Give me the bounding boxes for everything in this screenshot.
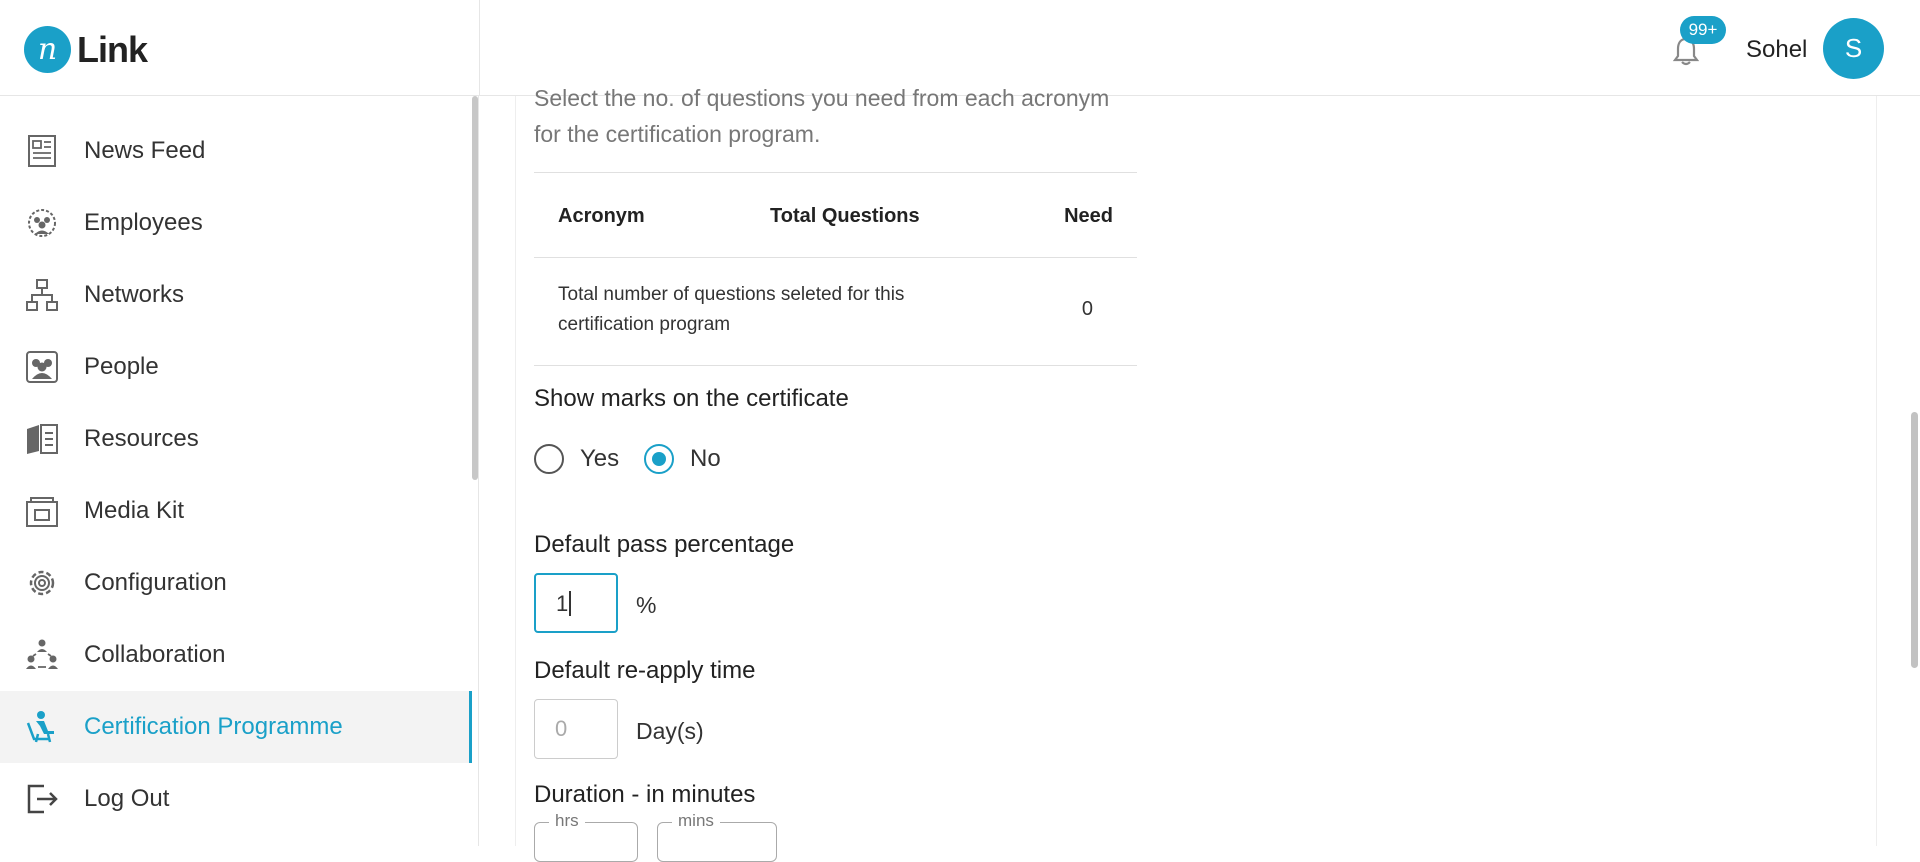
pass-percentage-input[interactable]: 1 bbox=[534, 573, 618, 633]
radio-yes-circle[interactable] bbox=[534, 444, 564, 474]
news-feed-icon bbox=[28, 135, 56, 167]
radio-no-label[interactable]: No bbox=[690, 445, 721, 473]
sidebar-item-log-out[interactable]: Log Out bbox=[0, 763, 472, 835]
days-unit: Day(s) bbox=[636, 718, 704, 744]
reapply-label: Default re-apply time bbox=[534, 657, 756, 684]
sidebar-item-label: Networks bbox=[84, 281, 185, 308]
sidebar-item-configuration[interactable]: Configuration bbox=[0, 547, 472, 619]
avatar[interactable]: S bbox=[1823, 18, 1884, 79]
duration-label: Duration - in minutes bbox=[534, 781, 756, 808]
header-need: Need bbox=[1064, 205, 1113, 227]
hours-label: hrs bbox=[549, 811, 585, 831]
intro-text: Select the no. of questions you need fro… bbox=[534, 85, 1110, 147]
sidebar-item-label: News Feed bbox=[84, 137, 206, 164]
sidebar-item-label: Log Out bbox=[84, 785, 170, 812]
logout-icon bbox=[27, 784, 58, 814]
pass-percentage-label: Default pass percentage bbox=[534, 531, 795, 558]
employees-icon bbox=[28, 209, 56, 237]
radio-yes[interactable]: Yes bbox=[534, 444, 619, 474]
reapply-placeholder: 0 bbox=[555, 716, 568, 741]
show-marks-label: Show marks on the certificate bbox=[534, 385, 849, 412]
app-logo[interactable]: n Link bbox=[24, 26, 148, 73]
networks-icon bbox=[26, 279, 58, 311]
sidebar-item-label: Certification Programme bbox=[84, 713, 343, 740]
sidebar-item-collaboration[interactable]: Collaboration bbox=[0, 619, 472, 691]
radio-no[interactable]: No bbox=[644, 444, 721, 474]
sidebar-item-media-kit[interactable]: Media Kit bbox=[0, 475, 472, 547]
radio-no-circle[interactable] bbox=[644, 444, 674, 474]
radio-yes-label[interactable]: Yes bbox=[580, 445, 619, 473]
media-kit-icon bbox=[26, 497, 58, 527]
sidebar-item-label: Collaboration bbox=[84, 641, 226, 668]
sidebar-item-label: Employees bbox=[84, 209, 203, 236]
minutes-field[interactable]: mins bbox=[657, 811, 777, 862]
sidebar-item-label: People bbox=[84, 353, 159, 380]
sidebar-item-certification-programme[interactable]: Certification Programme bbox=[0, 691, 472, 763]
minutes-label: mins bbox=[672, 811, 720, 831]
sidebar-item-employees[interactable]: Employees bbox=[0, 187, 472, 259]
notification-badge[interactable]: 99+ bbox=[1680, 16, 1726, 44]
gear-icon bbox=[29, 570, 55, 596]
sidebar: News Feed Employees Networks People Reso… bbox=[0, 96, 479, 846]
percent-unit: % bbox=[636, 592, 657, 618]
logo-mark: n bbox=[24, 26, 71, 73]
collaboration-icon bbox=[26, 639, 58, 669]
sidebar-item-label: Resources bbox=[84, 425, 199, 452]
people-icon bbox=[26, 351, 58, 383]
total-row-value: 0 bbox=[1081, 298, 1093, 320]
total-row-label: Total number of questions seleted for th… bbox=[558, 284, 905, 335]
header-divider bbox=[479, 0, 480, 96]
hours-field[interactable]: hrs bbox=[534, 811, 638, 862]
sidebar-scrollbar[interactable] bbox=[472, 96, 478, 480]
header-total-questions: Total Questions bbox=[770, 205, 920, 227]
sidebar-item-news-feed[interactable]: News Feed bbox=[0, 115, 472, 187]
table-row: Total number of questions seleted for th… bbox=[534, 258, 1137, 366]
header-acronym: Acronym bbox=[558, 205, 645, 227]
reapply-input[interactable]: 0 bbox=[534, 699, 618, 759]
acronym-table: Acronym Total Questions Need Total numbe… bbox=[534, 172, 1137, 366]
sidebar-item-networks[interactable]: Networks bbox=[0, 259, 472, 331]
certification-icon bbox=[26, 711, 54, 743]
logo-text: Link bbox=[77, 28, 148, 70]
sidebar-item-label: Configuration bbox=[84, 569, 227, 596]
resources-icon bbox=[27, 424, 58, 454]
sidebar-item-people[interactable]: People bbox=[0, 331, 472, 403]
page-scrollbar[interactable] bbox=[1911, 412, 1918, 668]
table-header: Acronym Total Questions Need bbox=[534, 173, 1137, 258]
pass-percentage-value: 1 bbox=[556, 591, 569, 616]
sidebar-item-label: Media Kit bbox=[84, 497, 185, 524]
user-name[interactable]: Sohel bbox=[1746, 36, 1807, 64]
sidebar-item-resources[interactable]: Resources bbox=[0, 403, 472, 475]
